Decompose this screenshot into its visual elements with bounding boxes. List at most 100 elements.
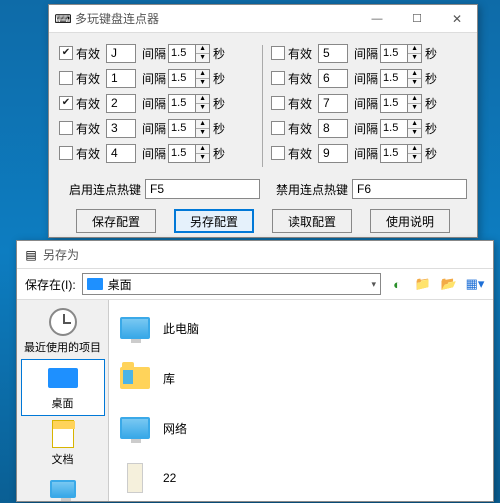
stop-hotkey-input[interactable] bbox=[352, 179, 467, 199]
enable-label: 有效 bbox=[288, 145, 312, 162]
place-recent[interactable]: 最近使用的项目 bbox=[21, 304, 105, 359]
spin-down-icon[interactable]: ▼ bbox=[408, 154, 421, 162]
file-name: 库 bbox=[163, 370, 175, 387]
spin-down-icon[interactable]: ▼ bbox=[196, 154, 209, 162]
key-input[interactable] bbox=[318, 44, 348, 63]
interval-label: 间隔 bbox=[354, 145, 378, 162]
spin-up-icon[interactable]: ▲ bbox=[408, 120, 421, 129]
enable-checkbox[interactable] bbox=[271, 46, 285, 60]
spin-up-icon[interactable]: ▲ bbox=[408, 45, 421, 54]
enable-label: 有效 bbox=[288, 45, 312, 62]
list-item[interactable]: 22 bbox=[115, 456, 487, 500]
spin-down-icon[interactable]: ▼ bbox=[408, 129, 421, 137]
interval-spinner[interactable]: 1.5▲▼ bbox=[380, 44, 422, 63]
interval-spinner[interactable]: 1.5▲▼ bbox=[168, 44, 210, 63]
minimize-button[interactable] bbox=[357, 5, 397, 33]
view-menu-button[interactable]: ▦▾ bbox=[465, 274, 485, 294]
interval-value[interactable]: 1.5 bbox=[168, 94, 196, 113]
interval-value[interactable]: 1.5 bbox=[380, 44, 408, 63]
place-documents[interactable]: 文档 bbox=[21, 416, 105, 471]
maximize-button[interactable] bbox=[397, 5, 437, 33]
enable-checkbox[interactable] bbox=[59, 71, 73, 85]
save-titlebar[interactable]: ▤ 另存为 bbox=[17, 241, 493, 269]
key-input[interactable] bbox=[318, 144, 348, 163]
spin-down-icon[interactable]: ▼ bbox=[196, 129, 209, 137]
interval-value[interactable]: 1.5 bbox=[168, 144, 196, 163]
interval-label: 间隔 bbox=[142, 70, 166, 87]
key-input[interactable] bbox=[106, 94, 136, 113]
interval-value[interactable]: 1.5 bbox=[380, 69, 408, 88]
key-input[interactable] bbox=[106, 144, 136, 163]
spin-down-icon[interactable]: ▼ bbox=[408, 104, 421, 112]
interval-spinner[interactable]: 1.5▲▼ bbox=[168, 144, 210, 163]
saveas-config-button[interactable]: 另存配置 bbox=[174, 209, 254, 233]
key-input[interactable] bbox=[318, 94, 348, 113]
interval-spinner[interactable]: 1.5▲▼ bbox=[380, 69, 422, 88]
titlebar[interactable]: ⌨ 多玩键盘连点器 bbox=[49, 5, 477, 33]
spin-up-icon[interactable]: ▲ bbox=[408, 70, 421, 79]
save-config-button[interactable]: 保存配置 bbox=[76, 209, 156, 233]
enable-label: 有效 bbox=[76, 70, 100, 87]
key-input[interactable] bbox=[106, 119, 136, 138]
back-button[interactable]: ◐ bbox=[387, 274, 407, 294]
spin-up-icon[interactable]: ▲ bbox=[196, 95, 209, 104]
enable-checkbox[interactable] bbox=[59, 46, 73, 60]
new-folder-button[interactable]: 📂 bbox=[439, 274, 459, 294]
key-input[interactable] bbox=[106, 69, 136, 88]
file-name: 22 bbox=[163, 471, 176, 485]
load-config-button[interactable]: 读取配置 bbox=[272, 209, 352, 233]
help-button[interactable]: 使用说明 bbox=[370, 209, 450, 233]
key-input[interactable] bbox=[318, 119, 348, 138]
seconds-label: 秒 bbox=[425, 45, 437, 62]
file-list[interactable]: 此电脑 库 网络 22 bbox=[109, 300, 493, 501]
interval-value[interactable]: 1.5 bbox=[380, 144, 408, 163]
list-item[interactable]: 网络 bbox=[115, 406, 487, 450]
spin-down-icon[interactable]: ▼ bbox=[196, 104, 209, 112]
enable-checkbox[interactable] bbox=[59, 146, 73, 160]
key-column-left: 有效间隔1.5▲▼秒有效间隔1.5▲▼秒有效间隔1.5▲▼秒有效间隔1.5▲▼秒… bbox=[59, 41, 254, 171]
seconds-label: 秒 bbox=[425, 70, 437, 87]
key-input[interactable] bbox=[318, 69, 348, 88]
lookin-combo[interactable]: 桌面 ▾ bbox=[82, 273, 381, 295]
network-icon bbox=[120, 417, 150, 439]
spin-down-icon[interactable]: ▼ bbox=[408, 54, 421, 62]
interval-value[interactable]: 1.5 bbox=[168, 119, 196, 138]
interval-value[interactable]: 1.5 bbox=[168, 69, 196, 88]
enable-checkbox[interactable] bbox=[271, 121, 285, 135]
enable-checkbox[interactable] bbox=[271, 96, 285, 110]
interval-spinner[interactable]: 1.5▲▼ bbox=[168, 69, 210, 88]
close-button[interactable] bbox=[437, 5, 477, 33]
place-desktop[interactable]: 桌面 bbox=[21, 359, 105, 416]
thispc-icon bbox=[50, 480, 76, 498]
place-thispc[interactable]: 此电脑 bbox=[21, 471, 105, 501]
spin-down-icon[interactable]: ▼ bbox=[196, 54, 209, 62]
spin-up-icon[interactable]: ▲ bbox=[196, 145, 209, 154]
interval-spinner[interactable]: 1.5▲▼ bbox=[168, 94, 210, 113]
key-input[interactable] bbox=[106, 44, 136, 63]
spin-up-icon[interactable]: ▲ bbox=[196, 45, 209, 54]
enable-checkbox[interactable] bbox=[271, 146, 285, 160]
interval-value[interactable]: 1.5 bbox=[380, 94, 408, 113]
interval-spinner[interactable]: 1.5▲▼ bbox=[380, 144, 422, 163]
key-row: 有效间隔1.5▲▼秒 bbox=[59, 66, 254, 90]
interval-spinner[interactable]: 1.5▲▼ bbox=[380, 94, 422, 113]
spin-up-icon[interactable]: ▲ bbox=[408, 145, 421, 154]
interval-value[interactable]: 1.5 bbox=[380, 119, 408, 138]
enable-checkbox[interactable] bbox=[271, 71, 285, 85]
library-icon bbox=[120, 367, 150, 389]
list-item[interactable]: 库 bbox=[115, 356, 487, 400]
spin-up-icon[interactable]: ▲ bbox=[196, 120, 209, 129]
start-hotkey-input[interactable] bbox=[145, 179, 260, 199]
spin-down-icon[interactable]: ▼ bbox=[196, 79, 209, 87]
spin-up-icon[interactable]: ▲ bbox=[408, 95, 421, 104]
interval-value[interactable]: 1.5 bbox=[168, 44, 196, 63]
enable-checkbox[interactable] bbox=[59, 96, 73, 110]
list-item[interactable]: 此电脑 bbox=[115, 306, 487, 350]
interval-spinner[interactable]: 1.5▲▼ bbox=[168, 119, 210, 138]
interval-spinner[interactable]: 1.5▲▼ bbox=[380, 119, 422, 138]
up-button[interactable]: 📁 bbox=[413, 274, 433, 294]
spin-down-icon[interactable]: ▼ bbox=[408, 79, 421, 87]
enable-checkbox[interactable] bbox=[59, 121, 73, 135]
spin-up-icon[interactable]: ▲ bbox=[196, 70, 209, 79]
app-icon: ⌨ bbox=[55, 11, 71, 27]
